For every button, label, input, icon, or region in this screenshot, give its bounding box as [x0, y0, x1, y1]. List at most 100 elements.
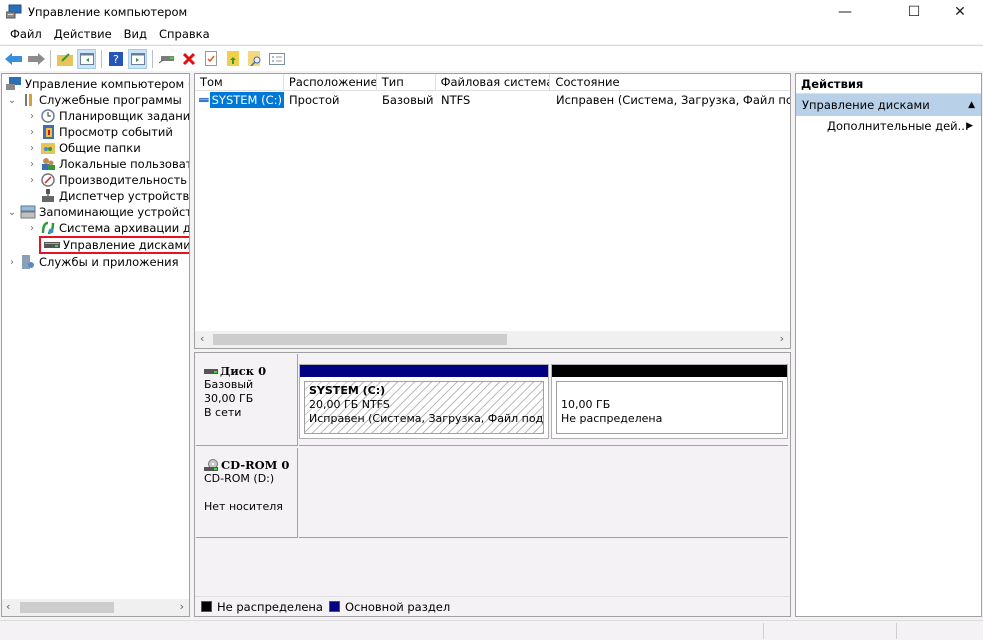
chevron-right-icon[interactable]: ›	[26, 127, 38, 138]
volume-status: Исправен (Система, Загрузка, Файл подка	[556, 93, 791, 107]
tree-item-disk-management[interactable]: Управление дисками	[39, 236, 189, 254]
partition-status: Исправен (Система, Загрузка, Файл подкач	[309, 412, 544, 425]
console-tree: Управление компьютером (л ⌄ Служебные пр…	[1, 73, 190, 617]
chevron-down-icon[interactable]: ⌄	[6, 207, 18, 218]
services-icon	[22, 255, 34, 269]
export-list-button[interactable]	[223, 49, 242, 69]
back-icon	[4, 52, 22, 65]
tree-item-label: Локальные пользовате	[59, 157, 190, 171]
menu-action[interactable]: Действие	[48, 27, 118, 41]
partition-unallocated[interactable]: 10,00 ГБ Не распределена	[551, 364, 788, 439]
tree-item-local-users[interactable]: › Локальные пользовате	[26, 156, 190, 172]
partition-title: SYSTEM (C:)	[309, 384, 386, 397]
chevron-right-icon[interactable]: ›	[26, 175, 38, 186]
tree-item-shared-folders[interactable]: › Общие папки	[26, 140, 141, 156]
performance-icon	[41, 173, 55, 187]
computer-management-icon	[6, 4, 22, 19]
disk-type: CD-ROM (D:)	[204, 472, 275, 485]
connect-button[interactable]	[157, 49, 176, 69]
storage-icon	[20, 205, 36, 219]
partition-color-bar	[300, 365, 548, 377]
column-header-layout[interactable]: Расположение	[284, 74, 377, 91]
tree-item-label: Запоминающие устройст	[39, 205, 190, 219]
chevron-right-icon[interactable]: ›	[26, 223, 38, 234]
chevron-right-icon[interactable]: ›	[26, 159, 38, 170]
partition-system-c[interactable]: SYSTEM (C:) 20,00 ГБ NTFS Исправен (Сист…	[299, 364, 549, 439]
tree-item-label: Управление компьютером (л	[25, 77, 190, 91]
title-bar: Управление компьютером — ☐ ✕	[0, 0, 983, 24]
checklist-icon	[268, 52, 285, 65]
menu-view[interactable]: Вид	[118, 27, 153, 41]
tree-item-services-applications[interactable]: › Службы и приложения	[6, 254, 179, 270]
close-button[interactable]: ✕	[937, 0, 983, 24]
maximize-button[interactable]: ☐	[891, 0, 937, 24]
find-button[interactable]	[245, 49, 264, 69]
menu-help[interactable]: Справка	[153, 27, 216, 41]
chevron-right-icon[interactable]: ›	[6, 257, 18, 268]
tree-item-event-viewer[interactable]: › Просмотр событий	[26, 124, 173, 140]
minimize-button[interactable]: —	[822, 0, 868, 24]
show-hide-console-tree-icon	[79, 52, 94, 65]
minimize-icon: —	[838, 4, 852, 20]
properties-button[interactable]	[201, 49, 220, 69]
disk-name: CD-ROM 0	[221, 458, 290, 472]
list-horizontal-scrollbar[interactable]: ‹ ›	[195, 331, 790, 348]
clock-icon	[41, 109, 55, 123]
show-hide-console-tree-button[interactable]	[77, 48, 96, 69]
disk-0-label[interactable]: Диск 0 Базовый 30,00 ГБ В сети	[196, 354, 298, 446]
help-button[interactable]: ?	[106, 49, 125, 69]
chevron-right-icon[interactable]: ›	[26, 111, 38, 122]
partition-size: 10,00 ГБ	[561, 398, 611, 411]
back-button[interactable]	[4, 49, 23, 69]
legend-label: Основной раздел	[344, 599, 451, 614]
scroll-right-icon[interactable]: ›	[780, 332, 784, 345]
chevron-down-icon[interactable]: ⌄	[6, 95, 18, 106]
table-row[interactable]: SYSTEM (C:) Простой Базовый NTFS Исправе…	[195, 92, 791, 108]
tree-item-computer-management[interactable]: Управление компьютером (л	[4, 76, 190, 92]
tree-item-system-tools[interactable]: ⌄ Служебные программы	[6, 92, 182, 108]
disk-icon	[204, 368, 218, 374]
tree-item-performance[interactable]: › Производительность	[26, 172, 187, 188]
partition-body: 10,00 ГБ Не распределена	[556, 381, 783, 434]
menu-file[interactable]: Файл	[4, 27, 48, 41]
tree-item-label: Планировщик заданий	[59, 109, 190, 123]
scroll-left-icon[interactable]: ‹	[200, 332, 204, 345]
checklist-button[interactable]	[267, 49, 286, 69]
tree-item-backup[interactable]: › Система архивации да	[26, 220, 189, 236]
show-hide-action-pane-button[interactable]	[128, 48, 147, 69]
forward-icon	[27, 52, 45, 65]
tree-item-task-scheduler[interactable]: › Планировщик заданий	[26, 108, 190, 124]
collapse-up-icon[interactable]: ▲	[968, 100, 975, 110]
column-header-type[interactable]: Тип	[377, 74, 436, 91]
scroll-left-icon[interactable]: ‹	[6, 600, 10, 613]
tools-icon	[25, 94, 32, 106]
scrollbar-thumb[interactable]	[213, 334, 507, 345]
find-icon	[247, 51, 260, 66]
disk-size: 30,00 ГБ	[204, 392, 254, 405]
scrollbar-thumb[interactable]	[20, 602, 114, 613]
delete-button[interactable]	[179, 49, 198, 69]
submenu-arrow-icon: ▶	[966, 121, 973, 131]
action-label: Дополнительные дей...	[827, 119, 969, 133]
up-one-level-button[interactable]	[55, 49, 74, 69]
column-header-volume[interactable]: Том	[195, 74, 284, 91]
disk-graphical-view: Диск 0 Базовый 30,00 ГБ В сети SYSTEM (C…	[194, 352, 791, 617]
volume-layout: Простой	[289, 93, 340, 107]
tree-item-device-manager[interactable]: Диспетчер устройств	[26, 188, 189, 204]
tree-horizontal-scrollbar[interactable]: ‹ ›	[2, 599, 189, 616]
actions-group-label: Управление дисками	[802, 98, 930, 112]
cdrom-0-label[interactable]: CD-ROM 0 CD-ROM (D:) Нет носителя	[196, 448, 298, 538]
actions-group-disk-management[interactable]: Управление дисками ▲	[796, 94, 981, 116]
window-title: Управление компьютером	[28, 5, 188, 19]
partition-status: Не распределена	[561, 412, 663, 425]
toolbar-separator	[152, 49, 153, 68]
chevron-right-icon[interactable]: ›	[26, 143, 38, 154]
legend-swatch-primary	[328, 601, 340, 612]
column-header-status[interactable]: Состояние	[550, 74, 790, 91]
scroll-right-icon[interactable]: ›	[180, 600, 184, 613]
column-header-filesystem[interactable]: Файловая система	[436, 74, 551, 91]
action-more-actions[interactable]: Дополнительные дей... ▶	[796, 116, 981, 136]
status-bar	[0, 620, 983, 640]
tree-item-storage[interactable]: ⌄ Запоминающие устройст	[6, 204, 190, 220]
forward-button[interactable]	[26, 49, 45, 69]
